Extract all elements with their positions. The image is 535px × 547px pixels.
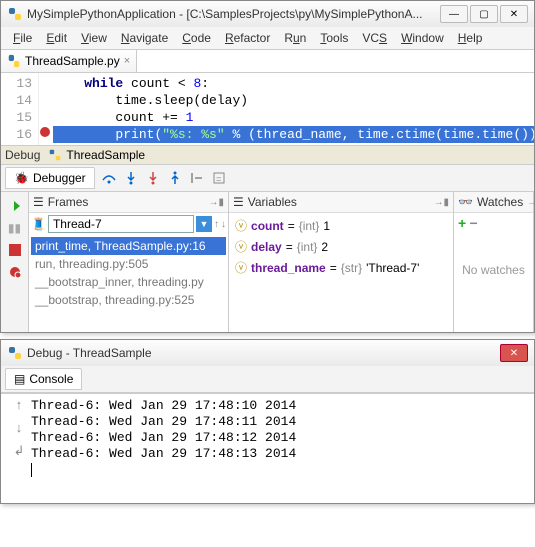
- editor-tabs: ThreadSample.py ×: [1, 50, 534, 73]
- frames-panel: ☰ Frames →▮ 🧵 Thread-7 ▼ ↑ ↓ print_time,…: [29, 192, 229, 332]
- window-title: MySimplePythonApplication - [C:\SamplesP…: [27, 7, 440, 21]
- minimize-button[interactable]: —: [440, 5, 468, 23]
- close-button[interactable]: ✕: [500, 5, 528, 23]
- breakpoint-gutter[interactable]: [39, 73, 53, 145]
- stack-frame[interactable]: __bootstrap, threading.py:525: [31, 291, 226, 309]
- menu-window[interactable]: Window: [395, 29, 450, 47]
- menu-view[interactable]: View: [75, 29, 113, 47]
- menubar: File Edit View Navigate Code Refactor Ru…: [1, 27, 534, 50]
- soft-wrap-icon[interactable]: ↲: [14, 444, 25, 459]
- stack-frame[interactable]: print_time, ThreadSample.py:16: [31, 237, 226, 255]
- line-gutter: 13 14 15 16: [1, 73, 39, 145]
- variable-row[interactable]: ⓥ thread_name = {str} 'Thread-7': [231, 257, 451, 278]
- app-icon: [7, 6, 23, 22]
- variables-title: Variables: [248, 195, 297, 209]
- menu-refactor[interactable]: Refactor: [219, 29, 276, 47]
- scroll-up-icon[interactable]: ↑: [15, 398, 23, 413]
- menu-file[interactable]: File: [7, 29, 38, 47]
- variables-icon: ☰: [233, 195, 244, 209]
- code-area[interactable]: while count < 8: time.sleep(delay) count…: [53, 73, 534, 145]
- watches-panel: 👓 Watches →▮ + − No watches: [454, 192, 534, 332]
- thread-selector[interactable]: 🧵 Thread-7 ▼ ↑ ↓: [29, 213, 228, 235]
- step-out-icon[interactable]: [167, 170, 183, 186]
- menu-edit[interactable]: Edit: [40, 29, 73, 47]
- call-stack[interactable]: print_time, ThreadSample.py:16 run, thre…: [29, 235, 228, 332]
- frame-down-icon[interactable]: ↓: [221, 219, 226, 230]
- maximize-button[interactable]: ▢: [470, 5, 498, 23]
- console-line: Thread-6: Wed Jan 29 17:48:10 2014: [31, 398, 528, 414]
- variable-row[interactable]: ⓥ count = {int} 1: [231, 215, 451, 236]
- console-close-button[interactable]: ✕: [500, 344, 528, 362]
- menu-run[interactable]: Run: [278, 29, 312, 47]
- resume-icon[interactable]: [7, 198, 23, 214]
- variable-row[interactable]: ⓥ delay = {int} 2: [231, 236, 451, 257]
- menu-tools[interactable]: Tools: [314, 29, 354, 47]
- file-tab-label: ThreadSample.py: [25, 54, 120, 68]
- scroll-down-icon[interactable]: ↓: [15, 421, 23, 436]
- close-tab-icon[interactable]: ×: [124, 55, 130, 67]
- frames-icon: ☰: [33, 195, 44, 209]
- console-tab[interactable]: ▤ Console: [5, 368, 82, 390]
- debug-sidebar: ▮▮: [1, 192, 29, 332]
- step-into-icon[interactable]: [123, 170, 139, 186]
- debug-label: Debug: [5, 148, 40, 162]
- variables-list[interactable]: ⓥ count = {int} 1 ⓥ delay = {int} 2 ⓥ th…: [229, 213, 453, 332]
- app-icon: [7, 345, 23, 361]
- watches-title: Watches: [477, 195, 523, 209]
- frames-title: Frames: [48, 195, 89, 209]
- debugger-tab-icon: 🐞: [14, 171, 29, 185]
- variables-hide-icon[interactable]: →▮: [433, 197, 449, 208]
- frames-hide-icon[interactable]: →▮: [208, 197, 224, 208]
- force-step-into-icon[interactable]: [145, 170, 161, 186]
- watches-hide-icon[interactable]: →▮: [527, 197, 535, 208]
- debug-panels: ▮▮ ☰ Frames →▮ 🧵 Thread-7 ▼ ↑ ↓ print_ti…: [1, 192, 534, 332]
- console-window-title: Debug - ThreadSample: [27, 346, 500, 360]
- titlebar[interactable]: MySimplePythonApplication - [C:\SamplesP…: [1, 1, 534, 27]
- python-file-icon: [7, 54, 21, 68]
- python-run-icon: [48, 148, 62, 162]
- evaluate-icon[interactable]: =: [211, 170, 227, 186]
- thread-icon: 🧵: [31, 217, 46, 231]
- console-line: Thread-6: Wed Jan 29 17:48:12 2014: [31, 430, 528, 446]
- add-watch-icon[interactable]: +: [458, 215, 466, 231]
- view-breakpoints-icon[interactable]: [7, 264, 23, 280]
- debugger-tab[interactable]: 🐞 Debugger: [5, 167, 95, 189]
- menu-vcs[interactable]: VCS: [356, 29, 393, 47]
- pause-icon[interactable]: ▮▮: [7, 220, 23, 236]
- console-line: Thread-6: Wed Jan 29 17:48:13 2014: [31, 446, 528, 462]
- variables-panel: ☰ Variables →▮ ⓥ count = {int} 1 ⓥ delay…: [229, 192, 454, 332]
- stop-icon[interactable]: [7, 242, 23, 258]
- breakpoint-icon[interactable]: [40, 127, 50, 137]
- watches-empty: No watches: [454, 233, 533, 332]
- debug-target: ThreadSample: [66, 148, 145, 162]
- debug-console-window: Debug - ThreadSample ✕ ▤ Console ↑ ↓ ↲ T…: [0, 339, 535, 504]
- menu-help[interactable]: Help: [452, 29, 489, 47]
- console-tab-icon: ▤: [14, 372, 25, 386]
- console-tabs: ▤ Console: [1, 366, 534, 393]
- stack-frame[interactable]: __bootstrap_inner, threading.py: [31, 273, 226, 291]
- menu-navigate[interactable]: Navigate: [115, 29, 174, 47]
- code-editor[interactable]: 13 14 15 16 while count < 8: time.sleep(…: [1, 73, 534, 146]
- stack-frame[interactable]: run, threading.py:505: [31, 255, 226, 273]
- frame-up-icon[interactable]: ↑: [214, 219, 219, 230]
- svg-text:=: =: [216, 174, 221, 184]
- debug-toolbar: 🐞 Debugger =: [1, 165, 534, 192]
- console-line: Thread-6: Wed Jan 29 17:48:11 2014: [31, 414, 528, 430]
- file-tab[interactable]: ThreadSample.py ×: [1, 50, 137, 72]
- step-over-icon[interactable]: [101, 170, 117, 186]
- ide-window: MySimplePythonApplication - [C:\SamplesP…: [0, 0, 535, 333]
- debug-breadcrumb: Debug ThreadSample: [1, 146, 534, 165]
- run-to-cursor-icon[interactable]: [189, 170, 205, 186]
- console-titlebar[interactable]: Debug - ThreadSample ✕: [1, 340, 534, 366]
- watches-icon: 👓: [458, 195, 473, 209]
- console-output[interactable]: ↑ ↓ ↲ Thread-6: Wed Jan 29 17:48:10 2014…: [1, 393, 534, 503]
- menu-code[interactable]: Code: [176, 29, 217, 47]
- thread-dropdown-icon[interactable]: ▼: [196, 216, 212, 232]
- console-cursor: [31, 463, 32, 477]
- remove-watch-icon[interactable]: −: [470, 215, 478, 231]
